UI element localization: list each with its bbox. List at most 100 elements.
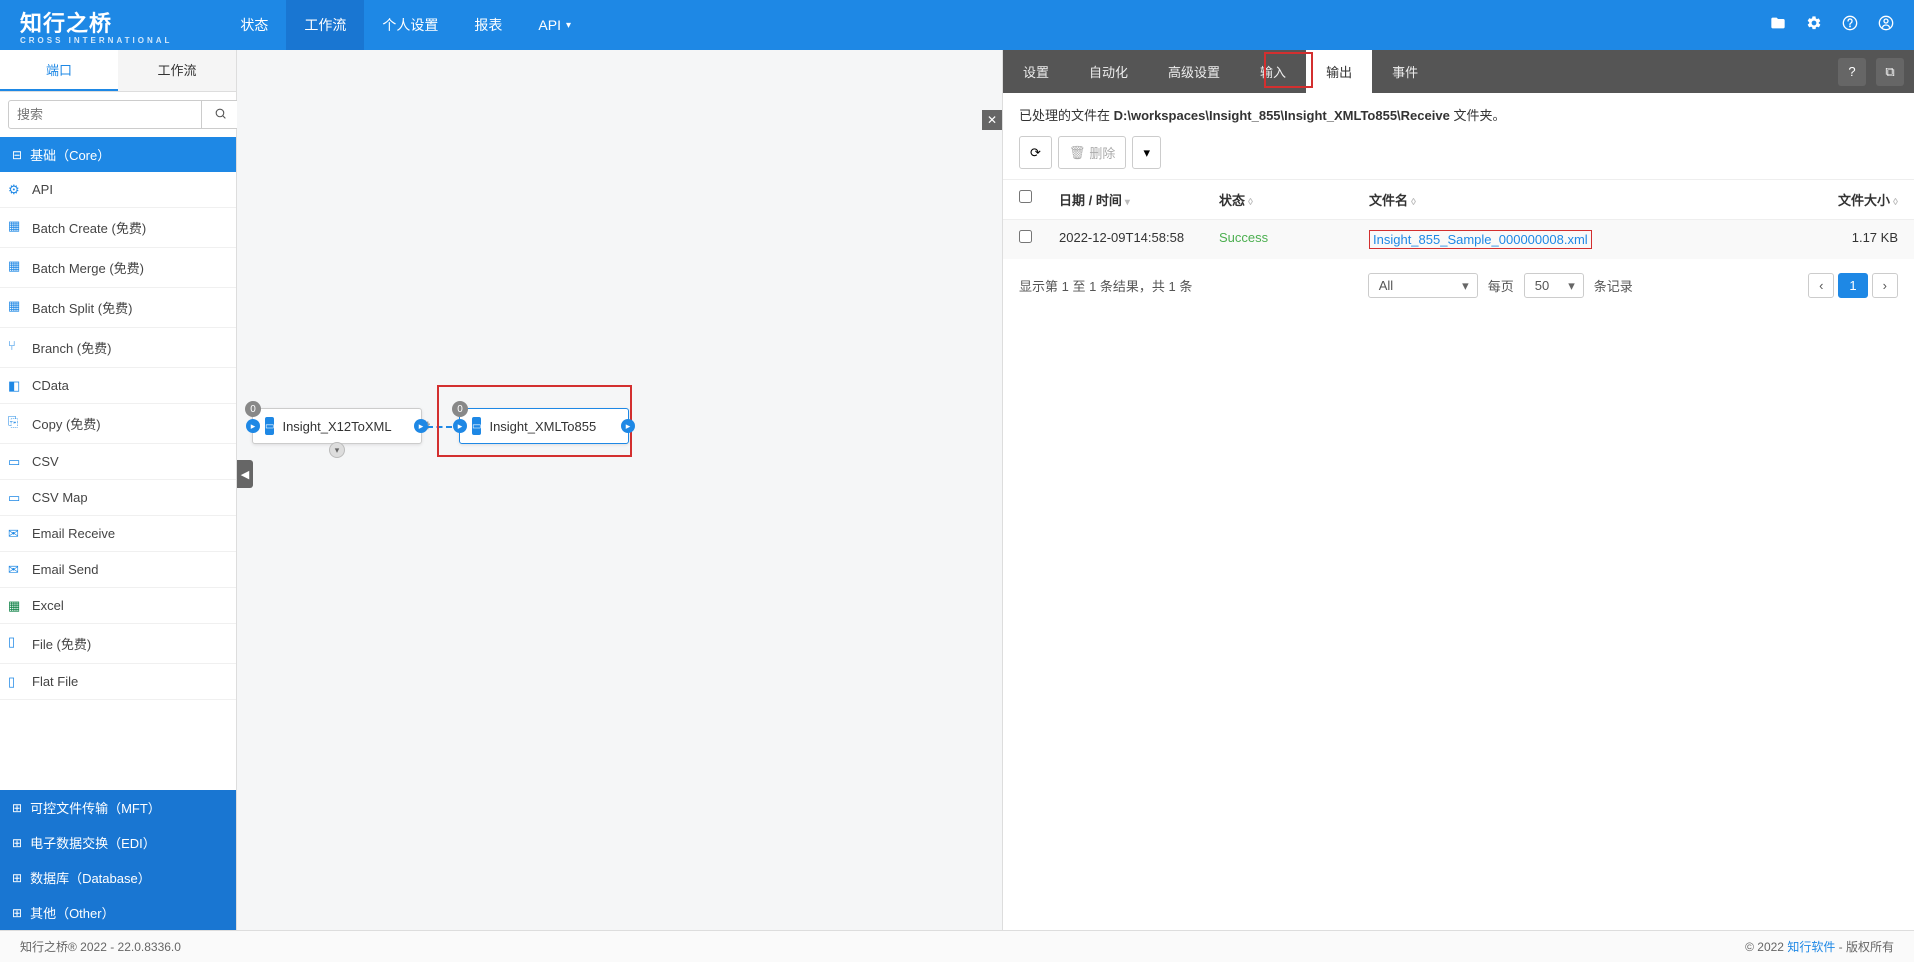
sidebar-tab-workflows[interactable]: 工作流 [118,50,236,91]
pager: ‹ 1 › [1808,273,1898,298]
flow-node-xmlto855[interactable]: 0 ▭ Insight_XMLTo855 ⚙ ▸ ▸ [459,408,629,444]
col-size-header[interactable]: 文件大小◊ [1798,190,1898,209]
sidebar-item-batch-split[interactable]: ▦Batch Split (免费) [0,288,236,328]
flatfile-icon: ▯ [8,674,24,690]
col-status-header[interactable]: 状态◊ [1219,190,1369,209]
search-button[interactable] [202,100,240,129]
sidebar-item-flat-file[interactable]: ▯Flat File [0,664,236,700]
sidebar-item-excel[interactable]: ▦Excel [0,588,236,624]
help-icon[interactable] [1842,15,1858,36]
next-page-button[interactable]: › [1872,273,1898,298]
nav-api[interactable]: API ▾ [520,0,589,50]
node-port-in[interactable]: ▸ [246,419,260,433]
tab-input[interactable]: 输入 [1240,50,1306,93]
caret-down-icon: ▾ [1143,145,1150,161]
excel-icon: ▦ [8,598,24,614]
node-label: Insight_XMLTo855 [489,419,596,434]
cell-file: Insight_855_Sample_000000008.xml [1369,230,1798,249]
section-other-header[interactable]: ⊞其他（Other） [0,895,236,930]
sort-icon: ◊ [1248,197,1253,208]
sidebar-item-batch-merge[interactable]: ▦Batch Merge (免费) [0,248,236,288]
sort-icon: ◊ [1411,197,1416,208]
table-row[interactable]: 2022-12-09T14:58:58 Success Insight_855_… [1003,220,1914,259]
tab-advanced[interactable]: 高级设置 [1148,50,1240,93]
expand-icon: ⊞ [12,836,22,850]
node-port-out[interactable]: ▸ [414,419,428,433]
sidebar-item-csv-map[interactable]: ▭CSV Map [0,480,236,516]
nav-workflow[interactable]: 工作流 [286,0,364,50]
tab-events[interactable]: 事件 [1372,50,1438,93]
detail-help-icon[interactable]: ? [1838,58,1866,86]
sidebar-collapse-handle[interactable]: ◀ [237,460,253,488]
nav-report[interactable]: 报表 [456,0,520,50]
prev-page-button[interactable]: ‹ [1808,273,1834,298]
sidebar-item-branch[interactable]: ⑂Branch (免费) [0,328,236,368]
detail-right-icons: ? ⧉ [1838,58,1904,86]
nav-profile[interactable]: 个人设置 [364,0,456,50]
detail-popout-icon[interactable]: ⧉ [1876,58,1904,86]
node-port-out[interactable]: ▸ [621,419,635,433]
tab-output[interactable]: 输出 [1306,50,1372,93]
detail-toolbar: ⟳ 🗑删除 ▾ [1003,136,1914,179]
per-page-select[interactable]: 50 [1524,273,1584,298]
flow-node-x12toxml[interactable]: 0 ▭ Insight_X12ToXML ⚙ ▸ ▸ ▾ [252,408,422,444]
sort-icon: ▾ [1125,197,1130,208]
footer-link[interactable]: 知行软件 [1787,940,1835,954]
sidebar-item-email-receive[interactable]: ✉Email Receive [0,516,236,552]
detail-panel: 设置 自动化 高级设置 输入 输出 事件 ? ⧉ 已处理的文件在 D:\work… [1002,50,1914,930]
sidebar-item-api[interactable]: ⚙API [0,172,236,208]
select-all-checkbox[interactable] [1019,190,1032,203]
cell-date: 2022-12-09T14:58:58 [1059,230,1219,249]
section-database-header[interactable]: ⊞数据库（Database） [0,860,236,895]
topnav: 状态 工作流 个人设置 报表 API ▾ [222,0,589,50]
brand-logo: 知行之桥 CROSS INTERNATIONAL [20,6,172,45]
collapse-icon: ⊟ [12,148,22,162]
node-type-icon: ▭ [472,417,481,435]
col-file-header[interactable]: 文件名◊ [1369,190,1798,209]
user-icon[interactable] [1878,15,1894,36]
sidebar-tab-ports[interactable]: 端口 [0,50,118,91]
gear-icon[interactable] [1806,15,1822,36]
tab-settings[interactable]: 设置 [1003,50,1069,93]
sort-icon: ◊ [1893,197,1898,208]
more-button[interactable]: ▾ [1132,136,1161,169]
node-expand-icon[interactable]: ▾ [329,442,345,458]
merge-icon: ▦ [8,258,24,274]
table-header: 日期 / 时间▾ 状态◊ 文件名◊ 文件大小◊ [1003,179,1914,220]
node-badge: 0 [245,401,261,417]
copy-icon: ⎘ [8,414,24,430]
folder-icon[interactable] [1770,15,1786,36]
sidebar-item-batch-create[interactable]: ▦Batch Create (免费) [0,208,236,248]
footer-left: 知行之桥® 2022 - 22.0.8336.0 [20,938,181,955]
refresh-button[interactable]: ⟳ [1019,136,1052,169]
csvmap-icon: ▭ [8,490,24,506]
tab-automation[interactable]: 自动化 [1069,50,1148,93]
trash-icon: 🗑 [1069,145,1086,161]
caret-down-icon: ▾ [566,20,571,31]
topbar-right [1770,15,1894,36]
batch-icon: ▦ [8,218,24,234]
col-date-header[interactable]: 日期 / 时间▾ [1059,190,1219,209]
filter-all-select[interactable]: All [1368,273,1478,298]
row-checkbox[interactable] [1019,230,1032,243]
file-link[interactable]: Insight_855_Sample_000000008.xml [1373,232,1588,247]
delete-button[interactable]: 🗑删除 [1058,136,1127,169]
split-icon: ▦ [8,298,24,314]
section-edi-header[interactable]: ⊞电子数据交换（EDI） [0,825,236,860]
sidebar-item-csv[interactable]: ▭CSV [0,444,236,480]
search-input[interactable] [8,100,202,129]
expand-icon: ⊞ [12,801,22,815]
section-mft-header[interactable]: ⊞可控文件传输（MFT） [0,790,236,825]
table-footer: 显示第 1 至 1 条结果，共 1 条 All 每页 50 条记录 ‹ 1 › [1003,259,1914,312]
node-port-in[interactable]: ▸ [453,419,467,433]
sidebar-item-file[interactable]: ▯File (免费) [0,624,236,664]
workflow-canvas[interactable]: ✕ 0 ▭ Insight_X12ToXML ⚙ ▸ ▸ ▾ 0 ▭ Insig… [237,50,1002,930]
sidebar-item-cdata[interactable]: ◧CData [0,368,236,404]
sidebar: 端口 工作流 ⊟ 基础（Core） ⚙API ▦Batch Create (免费… [0,50,237,930]
section-core-header[interactable]: ⊟ 基础（Core） [0,137,236,172]
nav-status[interactable]: 状态 [222,0,286,50]
close-panel-button[interactable]: ✕ [982,110,1002,130]
sidebar-item-copy[interactable]: ⎘Copy (免费) [0,404,236,444]
page-1-button[interactable]: 1 [1838,273,1867,298]
sidebar-item-email-send[interactable]: ✉Email Send [0,552,236,588]
